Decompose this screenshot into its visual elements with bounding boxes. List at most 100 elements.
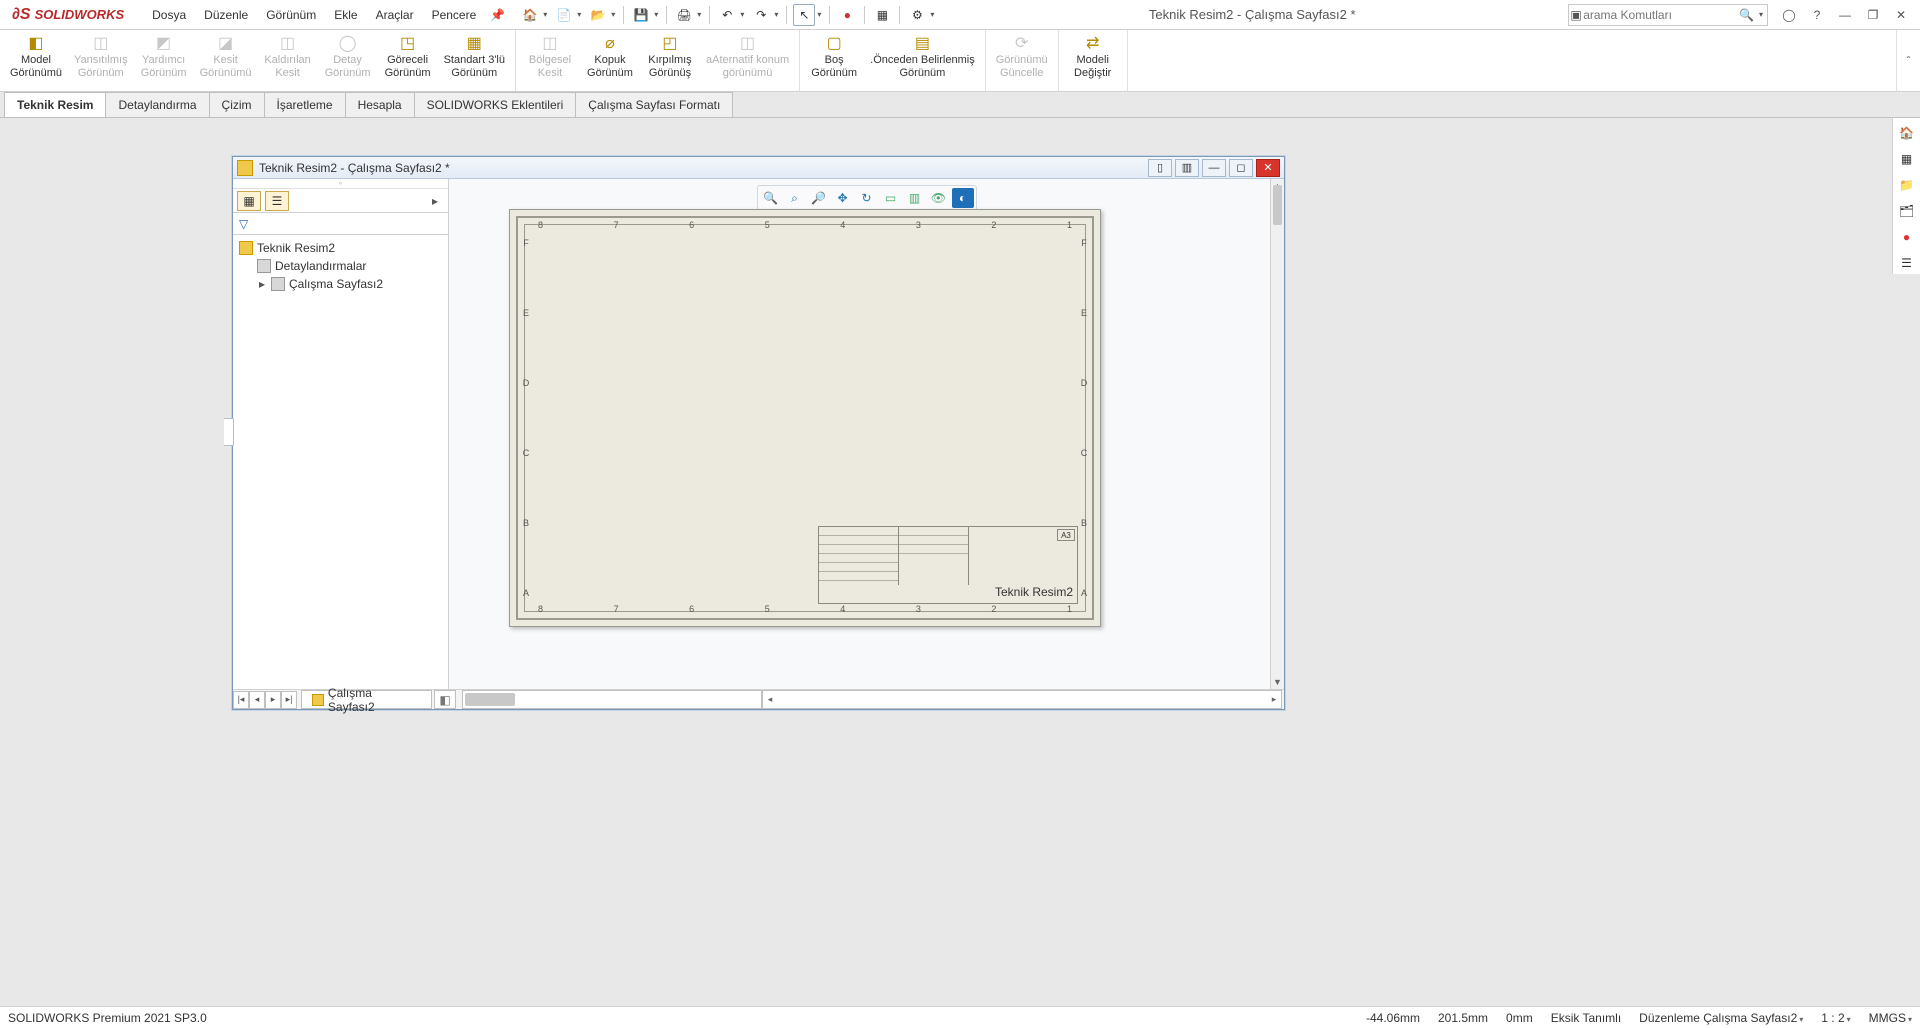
taskpane-appearances-icon[interactable]: ●: [1896, 226, 1918, 248]
tree-annotations-row[interactable]: Detaylandırmalar: [237, 257, 444, 275]
tab-teknik-resim[interactable]: Teknik Resim: [4, 92, 106, 117]
menu-view[interactable]: Görünüm: [258, 4, 324, 26]
status-units[interactable]: MMGS▾: [1869, 1011, 1912, 1025]
qat-undo-icon[interactable]: ↶: [716, 4, 738, 26]
scroll-thumb[interactable]: [1273, 185, 1282, 225]
tree-filter-bar[interactable]: ▽: [233, 213, 448, 235]
drawing-sheet[interactable]: 87654321 87654321 FEDCBA FEDCBA: [509, 209, 1101, 627]
panel-flyout-handle[interactable]: [224, 418, 234, 446]
vertical-scrollbar[interactable]: ▲ ▼: [1270, 179, 1284, 689]
tree-tab-more[interactable]: ▸: [426, 194, 444, 208]
hscroll-left-icon[interactable]: ◂: [763, 691, 777, 708]
tab-hesapla[interactable]: Hesapla: [345, 92, 415, 117]
tab-eklentiler[interactable]: SOLIDWORKS Eklentileri: [414, 92, 577, 117]
taskpane-resources-icon[interactable]: ▦: [1896, 148, 1918, 170]
cmd-empty-view[interactable]: ▢BoşGörünüm: [804, 30, 864, 91]
pan-icon[interactable]: ✥: [832, 188, 854, 208]
qat-options-icon[interactable]: ▦: [871, 4, 893, 26]
rotate-icon[interactable]: ↻: [856, 188, 878, 208]
qat-select-icon[interactable]: ↖: [793, 4, 815, 26]
tree-drag-handle[interactable]: ∘: [233, 179, 448, 189]
cmd-relative-view[interactable]: ◳GöreceliGörünüm: [378, 30, 438, 91]
tree-sheet-row[interactable]: ▸ Çalışma Sayfası2: [237, 275, 444, 293]
cmd-crop-view[interactable]: ◰KırpılmışGörünüş: [640, 30, 700, 91]
tree-tab-feature-icon[interactable]: ▦: [237, 191, 261, 211]
menu-insert[interactable]: Ekle: [326, 4, 365, 26]
mdi-viewport-split-button[interactable]: ▥: [1175, 159, 1199, 177]
zoom-fit-icon[interactable]: 🔍: [760, 188, 782, 208]
ribbon-collapse-button[interactable]: ˆ: [1896, 30, 1920, 91]
mdi-minimize-button[interactable]: —: [1202, 159, 1226, 177]
cmd-auxiliary-view[interactable]: ◩YardımcıGörünüm: [134, 30, 194, 91]
status-scale[interactable]: 1 : 2▾: [1821, 1011, 1850, 1025]
zoom-prev-icon[interactable]: 🔎: [808, 188, 830, 208]
cmd-update-view[interactable]: ⟳GörünümüGüncelle: [990, 30, 1054, 91]
qat-new-icon[interactable]: 📄: [553, 4, 575, 26]
menu-edit[interactable]: Düzenle: [196, 4, 256, 26]
tree-tab-property-icon[interactable]: ☰: [265, 191, 289, 211]
expand-icon[interactable]: ▸: [257, 277, 267, 291]
qat-settings-icon[interactable]: ⚙: [906, 4, 928, 26]
qat-home-icon[interactable]: 🏠: [519, 4, 541, 26]
status-defined[interactable]: Eksik Tanımlı: [1551, 1011, 1621, 1025]
sheet-nav-first[interactable]: |◂: [233, 691, 249, 709]
mdi-title-bar[interactable]: Teknik Resim2 - Çalışma Sayfası2 * ▯ ▥ —…: [233, 157, 1284, 179]
search-dropdown[interactable]: ▾: [1755, 10, 1767, 19]
help-icon[interactable]: ?: [1804, 4, 1830, 26]
cmd-detail-view[interactable]: ◯DetayGörünüm: [318, 30, 378, 91]
sheet-nav-next[interactable]: ▸: [265, 691, 281, 709]
qat-print-icon[interactable]: 🖨: [673, 4, 695, 26]
hscroll-right-icon[interactable]: ▸: [1267, 691, 1281, 708]
cmd-predefined-view[interactable]: ▤.Önceden BelirlenmişGörünüm: [864, 30, 981, 91]
cmd-broken-out-section[interactable]: ◫BölgeselKesit: [520, 30, 580, 91]
cmd-replace-model[interactable]: ⇄ModeliDeğiştir: [1063, 30, 1123, 91]
menu-window[interactable]: Pencere: [424, 4, 485, 26]
pin-icon[interactable]: 📌: [490, 8, 505, 22]
menu-tools[interactable]: Araçlar: [368, 4, 422, 26]
title-block[interactable]: A3 Teknik Resim2: [818, 526, 1078, 604]
restore-button[interactable]: ❐: [1860, 4, 1886, 26]
scroll-down-icon[interactable]: ▼: [1271, 675, 1284, 689]
search-icon[interactable]: 🔍: [1738, 8, 1755, 22]
taskpane-home-icon[interactable]: 🏠: [1896, 122, 1918, 144]
minimize-button[interactable]: —: [1832, 4, 1858, 26]
view-settings-icon[interactable]: 👁: [928, 188, 950, 208]
sheet-tab[interactable]: Çalışma Sayfası2: [301, 690, 432, 709]
horizontal-scrollbar[interactable]: ◂ ▸: [762, 690, 1282, 709]
tree-root-row[interactable]: Teknik Resim2: [237, 239, 444, 257]
cmd-projected-view[interactable]: ◫YansıtılmışGörünüm: [68, 30, 134, 91]
display-style-icon[interactable]: ▭: [880, 188, 902, 208]
sheet-nav-prev[interactable]: ◂: [249, 691, 265, 709]
menu-file[interactable]: Dosya: [144, 4, 194, 26]
add-sheet-button[interactable]: ◧: [434, 690, 456, 709]
cmd-break-view[interactable]: ⌀KopukGörünüm: [580, 30, 640, 91]
zoom-area-icon[interactable]: ⌕: [784, 188, 806, 208]
tab-sayfa-formati[interactable]: Çalışma Sayfası Formatı: [575, 92, 733, 117]
cmd-alternate-position[interactable]: ◫aAternatif konumgörünümü: [700, 30, 795, 91]
close-button[interactable]: ✕: [1888, 4, 1914, 26]
sheet-nav-last[interactable]: ▸|: [281, 691, 297, 709]
qat-save-icon[interactable]: 💾: [630, 4, 652, 26]
tab-cizim[interactable]: Çizim: [209, 92, 265, 117]
cmd-removed-section[interactable]: ◫KaldırılanKesit: [258, 30, 318, 91]
mdi-maximize-button[interactable]: ◻: [1229, 159, 1253, 177]
drawing-canvas[interactable]: 🔍 ⌕ 🔎 ✥ ↻ ▭ ▥ 👁 ◐ 87654321: [449, 179, 1284, 689]
qat-redo-icon[interactable]: ↷: [750, 4, 772, 26]
mdi-close-button[interactable]: ✕: [1256, 159, 1280, 177]
tab-detaylandirma[interactable]: Detaylandırma: [105, 92, 209, 117]
hide-show-icon[interactable]: ▥: [904, 188, 926, 208]
qat-rebuild-icon[interactable]: ●: [836, 4, 858, 26]
status-editing[interactable]: Düzenleme Çalışma Sayfası2▾: [1639, 1011, 1803, 1025]
taskpane-custom-props-icon[interactable]: ☰: [1896, 252, 1918, 274]
search-input[interactable]: [1583, 8, 1738, 22]
taskpane-file-explorer-icon[interactable]: 🗂: [1896, 200, 1918, 222]
qat-open-icon[interactable]: 📂: [587, 4, 609, 26]
3d-drawing-icon[interactable]: ◐: [952, 188, 974, 208]
cmd-standard3-view[interactable]: ▦Standart 3'lüGörünüm: [438, 30, 511, 91]
cmd-section-view[interactable]: ◪KesitGörünümü: [194, 30, 258, 91]
cmd-model-view[interactable]: ◧ModelGörünümü: [4, 30, 68, 91]
sheet-tab-scrollbar[interactable]: [462, 690, 762, 709]
tab-isaretleme[interactable]: İşaretleme: [264, 92, 346, 117]
taskpane-design-library-icon[interactable]: 📁: [1896, 174, 1918, 196]
mdi-viewport-single-button[interactable]: ▯: [1148, 159, 1172, 177]
